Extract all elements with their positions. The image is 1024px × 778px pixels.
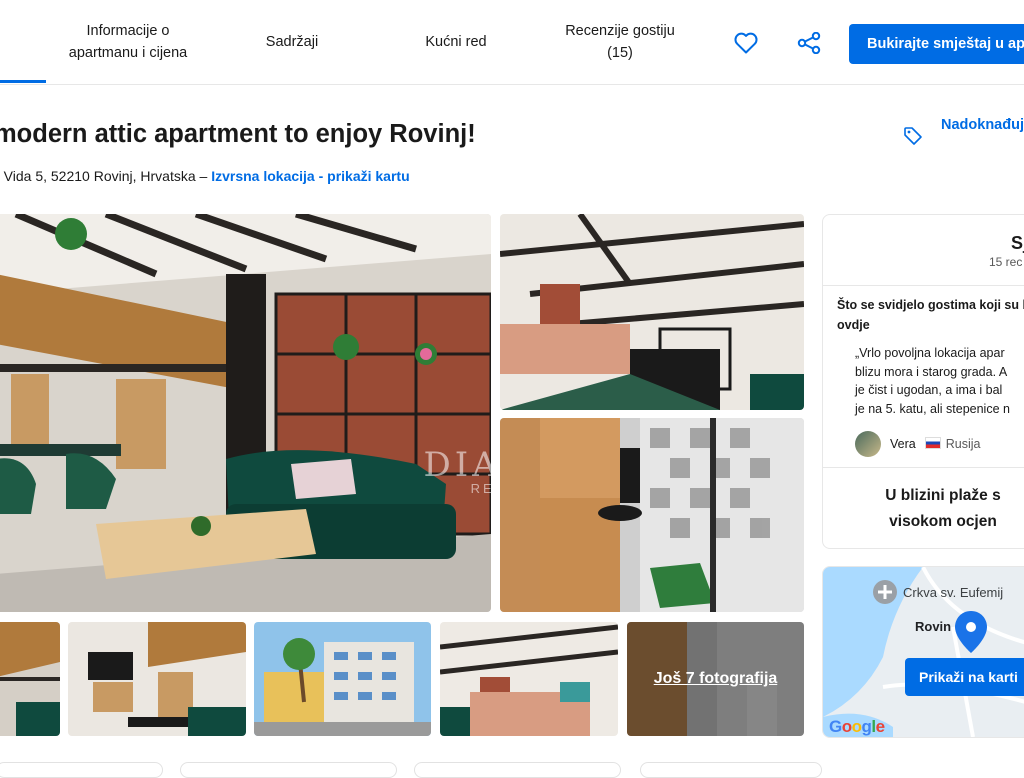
show-map-link[interactable]: Izvrsna lokacija - prikaži kartu <box>211 168 409 184</box>
price-match-link[interactable]: Nadoknađuj <box>903 117 1024 146</box>
review-score-word[interactable]: Sj <box>1011 233 1024 254</box>
tab-guest-reviews-line2: (15) <box>607 45 633 61</box>
review-quote: „Vrlo povoljna lokacija apar blizu mora … <box>855 344 1010 418</box>
thumb-photo-4[interactable] <box>440 622 618 736</box>
facility-pill <box>180 762 397 778</box>
review-quote-line-3: je čist i ugodan, a ima i bal <box>855 383 1003 397</box>
thumb-photo-2[interactable] <box>68 622 246 736</box>
review-quote-line-1: „Vrlo povoljna lokacija apar <box>855 346 1005 360</box>
tab-house-rules-label: Kućni red <box>425 34 487 50</box>
heart-icon <box>734 32 758 54</box>
review-count[interactable]: 15 rec <box>989 255 1022 269</box>
living-room-image <box>0 214 491 612</box>
main-photo-living-room[interactable] <box>0 214 491 612</box>
guests-liked-heading-line2: ovdje <box>837 318 870 332</box>
thumb-photo-3[interactable] <box>254 622 431 736</box>
facility-pill <box>0 762 163 778</box>
google-logo: Google <box>829 717 885 736</box>
guests-liked-heading: Što se svidjelo gostima koji su b ovdje <box>837 295 1024 335</box>
map-town-label: Rovin <box>915 619 952 634</box>
property-address: g Vida 5, 52210 Rovinj, Hrvatska – Izvrs… <box>0 168 410 184</box>
beach-rating-note: U blizini plaže s visokom ocjen <box>823 483 1024 535</box>
thumb-2-image <box>68 622 246 736</box>
thumb-photo-1[interactable] <box>0 622 60 736</box>
thumb-3-image <box>254 622 431 736</box>
review-summary-card: Sj 15 rec Što se svidjelo gostima koji s… <box>822 214 1024 549</box>
thumb-more-photos[interactable]: Još 7 fotografija <box>627 622 804 736</box>
tab-guest-reviews-line1: Recenzije gostiju <box>565 23 675 39</box>
book-stay-button[interactable]: Bukirajte smještaj u ap <box>849 24 1024 64</box>
tab-property-info-line1: Informacije o <box>86 23 170 39</box>
map-preview[interactable]: Crkva sv. Eufemij Rovin Prikaži na karti… <box>822 566 1024 738</box>
review-quote-line-2: blizu mora i starog grada. A <box>855 364 1008 379</box>
map-poi-label: Crkva sv. Eufemij <box>903 585 1004 600</box>
tab-guest-reviews[interactable]: Recenzije gostiju (15) <box>548 0 692 84</box>
beach-note-line2: visokom ocjen <box>889 513 997 530</box>
facility-pill <box>414 762 621 778</box>
next-section-peek <box>0 758 1024 778</box>
tab-amenities[interactable]: Sadržaji <box>232 0 352 84</box>
top-navigation: Informacije o apartmanu i cijena Sadržaj… <box>0 0 1024 85</box>
review-quote-line-4: je na 5. katu, ali stepenice n <box>855 401 1010 416</box>
photo-bathroom[interactable] <box>500 418 804 612</box>
russia-flag-icon <box>924 437 941 449</box>
tab-house-rules[interactable]: Kućni red <box>396 0 516 84</box>
card-divider <box>823 467 1024 468</box>
active-tab-indicator <box>0 80 46 83</box>
share-icon <box>797 32 821 54</box>
beach-note-line1: U blizini plaže s <box>885 487 1001 504</box>
thumb-4-image <box>440 622 618 736</box>
favorite-button[interactable] <box>729 26 763 60</box>
address-text: g Vida 5, 52210 Rovinj, Hrvatska – <box>0 168 208 184</box>
thumb-1-image <box>0 622 60 736</box>
reviewer-country-label: Rusija <box>945 437 981 451</box>
card-divider <box>823 285 1024 286</box>
facility-pill <box>640 762 822 778</box>
reviewer-country: Rusija <box>924 437 981 451</box>
more-photos-label: Još 7 fotografija <box>627 622 804 736</box>
guests-liked-heading-line1: Što se svidjelo gostima koji su b <box>837 298 1024 312</box>
avatar <box>855 431 881 457</box>
tag-icon <box>904 127 922 145</box>
tab-property-info-line2: apartmanu i cijena <box>68 45 188 61</box>
reviewer-info: Vera Rusija <box>855 431 980 457</box>
share-button[interactable] <box>792 26 826 60</box>
bathroom-image <box>500 418 804 612</box>
price-match-label: Nadoknađuj <box>941 117 1024 133</box>
tab-amenities-label: Sadržaji <box>265 34 319 50</box>
property-title: modern attic apartment to enjoy Rovinj! <box>0 120 476 148</box>
bedroom-image <box>500 214 804 410</box>
reviewer-name: Vera <box>890 437 916 451</box>
show-on-map-button[interactable]: Prikaži na karti <box>905 658 1024 696</box>
photo-bedroom[interactable] <box>500 214 804 410</box>
tab-property-info[interactable]: Informacije o apartmanu i cijena <box>46 0 210 84</box>
